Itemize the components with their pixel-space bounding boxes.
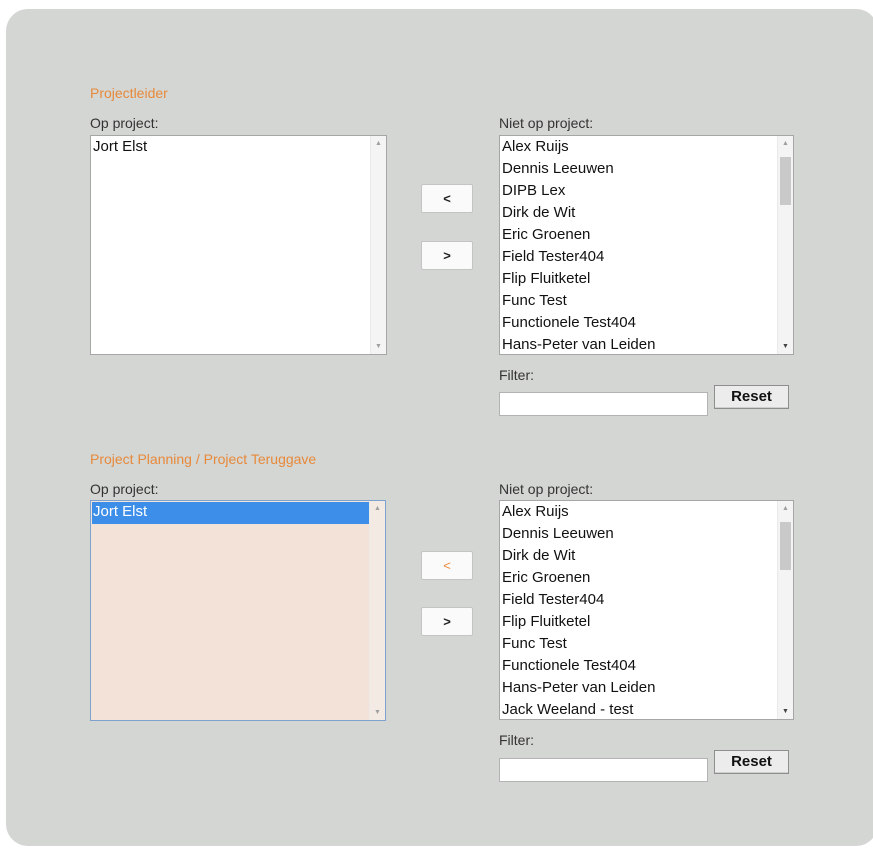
scroll-down-arrow-icon[interactable]: ▼	[778, 704, 793, 719]
scroll-up-arrow-icon[interactable]: ▲	[778, 501, 793, 516]
section-title: Project Planning / Project Teruggave	[90, 451, 317, 467]
scrollbar[interactable]: ▲ ▼	[369, 501, 385, 720]
list-item[interactable]: Flip Fluitketel	[501, 269, 777, 291]
on-project-label: Op project:	[90, 481, 159, 497]
list-item[interactable]: Dirk de Wit	[501, 546, 777, 568]
on-project-label: Op project:	[90, 115, 159, 131]
not-on-project-listbox[interactable]: Alex Ruijs Dennis Leeuwen DIPB Lex Dirk …	[499, 135, 794, 355]
remove-from-project-button[interactable]: >	[421, 607, 473, 636]
list-item[interactable]: Jack Weeland - test	[501, 700, 777, 719]
remove-from-project-button[interactable]: >	[421, 241, 473, 270]
not-on-project-label: Niet op project:	[499, 115, 594, 131]
scroll-up-arrow-icon[interactable]: ▲	[370, 501, 385, 516]
on-project-listbox[interactable]: Jort Elst ▲ ▼	[90, 500, 386, 721]
scrollbar[interactable]: ▲ ▼	[777, 136, 793, 354]
scrollbar-thumb[interactable]	[780, 157, 791, 205]
list-item[interactable]: Jort Elst	[92, 502, 369, 524]
scrollbar[interactable]: ▲ ▼	[777, 501, 793, 719]
scroll-down-arrow-icon[interactable]: ▼	[370, 705, 385, 720]
move-to-project-button[interactable]: <	[421, 184, 473, 213]
list-item[interactable]: Jort Elst	[92, 137, 370, 159]
list-item[interactable]: Flip Fluitketel	[501, 612, 777, 634]
scroll-down-arrow-icon[interactable]: ▼	[371, 339, 386, 354]
scroll-up-arrow-icon[interactable]: ▲	[371, 136, 386, 151]
list-item[interactable]: Functionele Test404	[501, 313, 777, 335]
list-item[interactable]: Eric Groenen	[501, 225, 777, 247]
scrollbar[interactable]: ▲ ▼	[370, 136, 386, 354]
list-item[interactable]: Dennis Leeuwen	[501, 159, 777, 181]
list-item[interactable]: Alex Ruijs	[501, 502, 777, 524]
list-item[interactable]: Functionele Test404	[501, 656, 777, 678]
list-item[interactable]: Alex Ruijs	[501, 137, 777, 159]
reset-button[interactable]: Reset	[714, 750, 789, 774]
list-item[interactable]: Field Tester404	[501, 247, 777, 269]
filter-label: Filter:	[499, 732, 534, 748]
move-to-project-button[interactable]: <	[421, 551, 473, 580]
scrollbar-thumb[interactable]	[780, 522, 791, 570]
list-item[interactable]: Hans-Peter van Leiden	[501, 678, 777, 700]
not-on-project-label: Niet op project:	[499, 481, 594, 497]
list-item[interactable]: Func Test	[501, 291, 777, 313]
list-item[interactable]: Func Test	[501, 634, 777, 656]
not-on-project-listbox[interactable]: Alex Ruijs Dennis Leeuwen Dirk de Wit Er…	[499, 500, 794, 720]
reset-button[interactable]: Reset	[714, 385, 789, 409]
list-item[interactable]: Field Tester404	[501, 590, 777, 612]
list-item[interactable]: Eric Groenen	[501, 568, 777, 590]
scroll-up-arrow-icon[interactable]: ▲	[778, 136, 793, 151]
filter-input[interactable]	[499, 758, 708, 782]
filter-label: Filter:	[499, 367, 534, 383]
scroll-down-arrow-icon[interactable]: ▼	[778, 339, 793, 354]
list-item[interactable]: Hans-Peter van Leiden	[501, 335, 777, 354]
list-item[interactable]: DIPB Lex	[501, 181, 777, 203]
section-title: Projectleider	[90, 85, 168, 101]
filter-input[interactable]	[499, 392, 708, 416]
list-item[interactable]: Dennis Leeuwen	[501, 524, 777, 546]
on-project-listbox[interactable]: Jort Elst ▲ ▼	[90, 135, 387, 355]
list-item[interactable]: Dirk de Wit	[501, 203, 777, 225]
